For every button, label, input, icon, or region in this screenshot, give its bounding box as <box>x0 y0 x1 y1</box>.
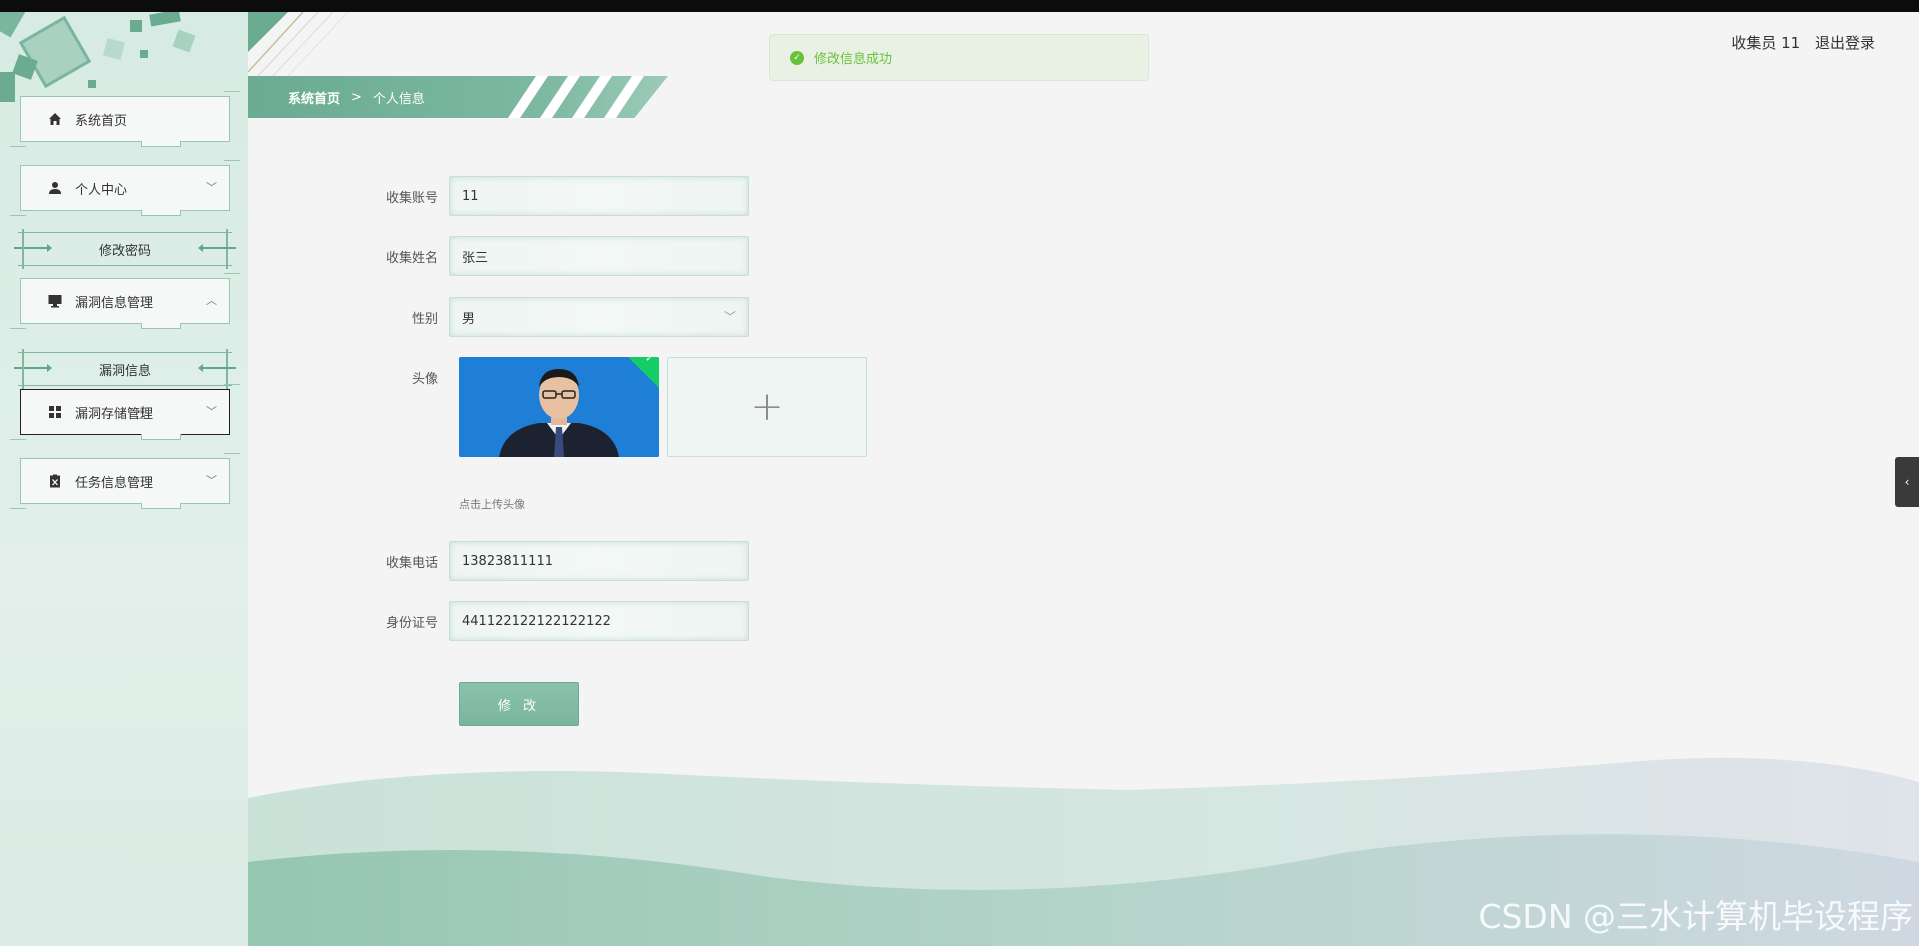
user-icon <box>47 180 63 196</box>
chevron-down-icon: ﹀ <box>206 474 217 487</box>
avatar-label: 头像 <box>411 372 438 387</box>
account-label: 收集账号 <box>385 190 438 206</box>
plus-icon: + <box>750 384 784 430</box>
sidebar-subitem-vuln-info[interactable]: 漏洞信息 <box>14 349 236 389</box>
avatar-image <box>459 357 659 457</box>
breadcrumb-separator: > <box>351 89 362 105</box>
watermark: CSDN @三水计算机毕设程序 <box>1478 897 1913 936</box>
main-content: 系统首页 > 个人信息 ✓ 修改信息成功 收集员 11 退出登录 收集账号 收集… <box>248 12 1919 946</box>
check-circle-icon: ✓ <box>790 50 804 65</box>
sidebar-item-label: 系统首页 <box>75 113 128 129</box>
name-input[interactable] <box>449 236 749 276</box>
collapse-panel-button[interactable]: ‹ <box>1895 457 1919 507</box>
sidebar-subitem-label: 漏洞信息 <box>98 363 151 379</box>
current-user: 收集员 11 <box>1731 34 1801 52</box>
gender-selected-value: 男 <box>462 311 476 327</box>
idcard-label: 身份证号 <box>385 615 438 631</box>
sidebar-decoration <box>0 12 196 102</box>
breadcrumb-stripes <box>508 76 644 118</box>
form-row-idcard: 身份证号 <box>248 601 749 641</box>
sidebar-item-personal-center[interactable]: 个人中心 ﹀ <box>20 165 230 216</box>
name-label: 收集姓名 <box>385 250 438 266</box>
arrow-left-icon <box>198 244 236 252</box>
home-icon <box>47 111 63 127</box>
window-top-strip <box>0 0 1919 12</box>
sidebar-item-label: 任务信息管理 <box>75 475 154 491</box>
monitor-icon <box>47 293 63 309</box>
sidebar: 系统首页 个人中心 ﹀ 修改密码 漏洞信息管理 ︿ 漏洞信息 漏洞存储管理 ﹀ … <box>0 12 248 946</box>
sidebar-item-vuln-info-management[interactable]: 漏洞信息管理 ︿ <box>20 278 230 329</box>
chevron-down-icon: ﹀ <box>206 405 217 418</box>
avatar-upload-button[interactable]: + <box>667 357 867 457</box>
form-row-phone: 收集电话 <box>248 541 749 581</box>
breadcrumb-current: 个人信息 <box>372 91 425 107</box>
avatar-preview[interactable]: ✓ <box>459 357 659 457</box>
form-row-name: 收集姓名 <box>248 236 749 276</box>
chevron-up-icon: ︿ <box>206 294 217 307</box>
arrow-right-icon <box>14 364 52 372</box>
success-toast: ✓ 修改信息成功 <box>769 34 1149 81</box>
user-bar: 收集员 11 退出登录 <box>1731 32 1875 53</box>
chevron-down-icon: ﹀ <box>723 310 736 324</box>
sidebar-item-vuln-storage-management[interactable]: 漏洞存储管理 ﹀ <box>20 389 230 440</box>
arrow-left-icon <box>198 364 236 372</box>
sidebar-subitem-label: 修改密码 <box>98 243 151 259</box>
avatar-upload-hint: 点击上传头像 <box>459 498 525 511</box>
sidebar-subitem-change-password[interactable]: 修改密码 <box>14 229 236 269</box>
toast-message: 修改信息成功 <box>814 52 893 67</box>
gender-select[interactable]: 男 ﹀ <box>449 297 749 337</box>
phone-label: 收集电话 <box>385 555 438 571</box>
idcard-input[interactable] <box>449 601 749 641</box>
chevron-down-icon: ﹀ <box>206 181 217 194</box>
clipboard-icon <box>47 473 63 489</box>
sidebar-item-label: 漏洞信息管理 <box>75 295 154 311</box>
sidebar-item-task-info-management[interactable]: 任务信息管理 ﹀ <box>20 458 230 509</box>
sidebar-item-label: 个人中心 <box>75 182 128 198</box>
grid-icon <box>47 404 63 420</box>
logout-link[interactable]: 退出登录 <box>1815 34 1875 52</box>
phone-input[interactable] <box>449 541 749 581</box>
hand-cursor-icon: ☝ <box>135 403 146 424</box>
form-row-gender: 性别 男 ﹀ <box>248 297 749 337</box>
corner-decoration <box>248 12 349 76</box>
form-row-account: 收集账号 <box>248 176 749 216</box>
check-icon: ✓ <box>645 357 654 365</box>
sidebar-item-home[interactable]: 系统首页 <box>20 96 230 147</box>
gender-label: 性别 <box>411 311 438 327</box>
breadcrumb: 系统首页 > 个人信息 <box>248 76 668 118</box>
arrow-right-icon <box>14 244 52 252</box>
account-input[interactable] <box>449 176 749 216</box>
breadcrumb-home[interactable]: 系统首页 <box>288 88 340 107</box>
form-row-avatar-label: 头像 <box>248 368 449 387</box>
